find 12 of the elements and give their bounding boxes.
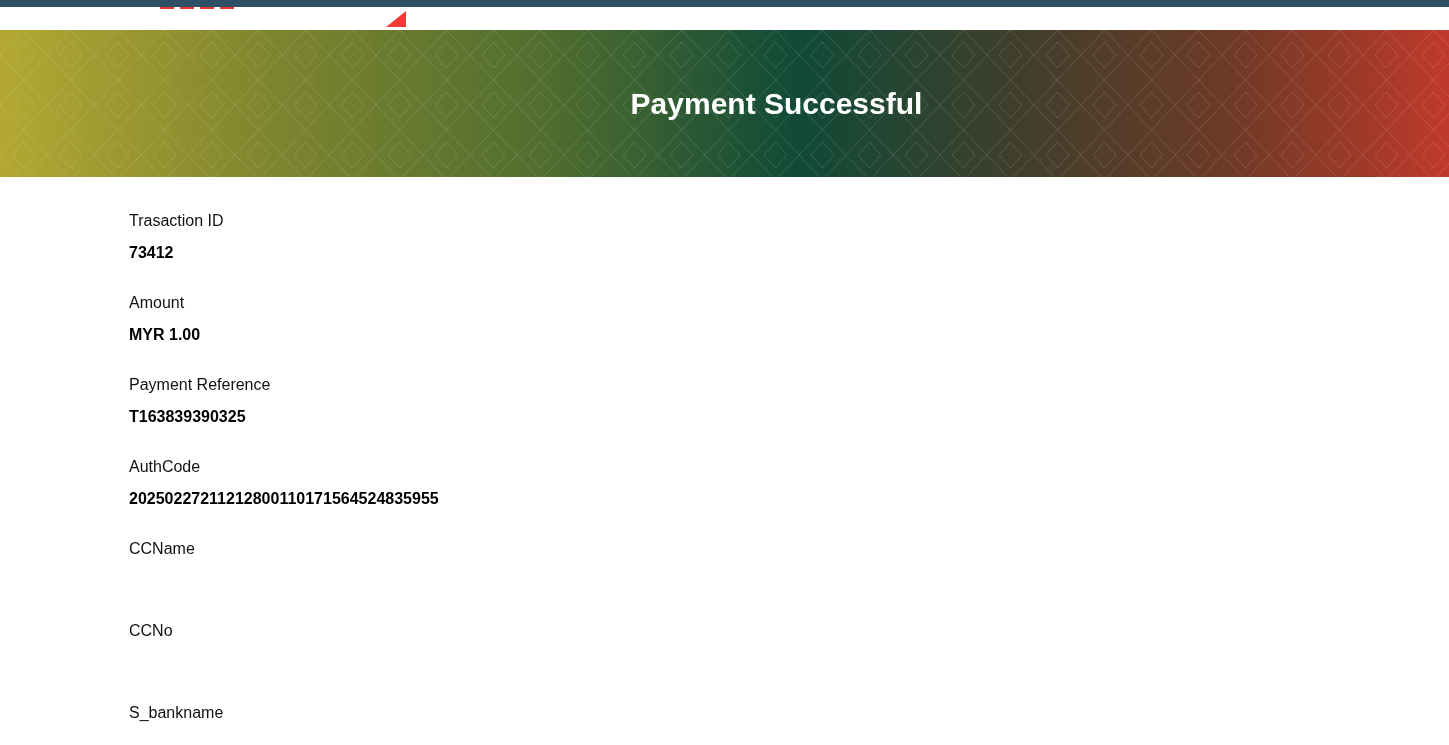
field-label: Payment Reference [129,375,272,395]
field-label: CCNo [129,621,174,641]
field-label: Trasaction ID [129,211,225,231]
field-value: 73412 [129,243,175,263]
field-label: AuthCode [129,457,202,477]
page-title: Payment Successful [630,86,923,121]
field-value: MYR 1.00 [129,325,202,345]
field-label: S_bankname [129,703,225,723]
field-label: CCName [129,539,196,559]
field-label: Amount [129,293,186,313]
field-value: 20250227211212800110171564524835955 [129,489,440,509]
field-value: T163839390325 [129,407,247,427]
